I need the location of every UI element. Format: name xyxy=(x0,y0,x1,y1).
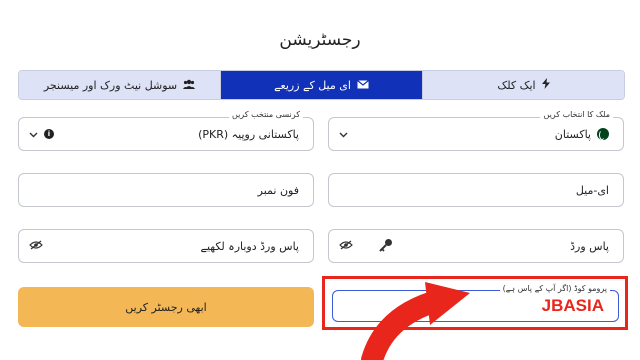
lightning-icon xyxy=(541,78,550,92)
tab-one-click[interactable]: ایک کلک xyxy=(422,71,624,99)
country-value: پاکستان xyxy=(554,127,591,141)
password-field[interactable]: پاس ورڈ xyxy=(328,229,624,263)
registration-tabs: سوشل نیٹ ورک اور میسنجر ای میل کے زریعے … xyxy=(18,70,625,100)
info-icon[interactable]: i xyxy=(44,129,54,139)
password-repeat-field[interactable]: پاس ورڈ دوبارہ لکھیے xyxy=(18,229,314,263)
password-placeholder: پاس ورڈ xyxy=(570,239,609,253)
tab-one-click-label: ایک کلک xyxy=(497,78,536,92)
promo-code-field[interactable]: پرومو کوڈ (اگر آپ کے پاس ہے) JBASIA xyxy=(332,284,619,322)
chevron-down-icon xyxy=(339,128,348,141)
email-placeholder: ای-میل xyxy=(575,183,609,197)
phone-field[interactable]: فون نمبر xyxy=(18,173,314,207)
page-title: رجسٹریشن xyxy=(279,30,361,50)
tab-email-label: ای میل کے زریعے xyxy=(274,78,351,92)
phone-placeholder: فون نمبر xyxy=(257,183,299,197)
country-select[interactable]: ملک کا انتخاب کریں پاکستان xyxy=(328,110,624,151)
envelope-icon xyxy=(357,79,369,92)
currency-select[interactable]: کرنسی منتخب کریں i پاکستانی روپیہ (PKR) xyxy=(18,110,314,151)
users-icon xyxy=(183,79,196,92)
email-field[interactable]: ای-میل xyxy=(328,173,624,207)
eye-slash-icon[interactable] xyxy=(29,240,43,253)
eye-slash-icon[interactable] xyxy=(339,240,353,253)
password-repeat-placeholder: پاس ورڈ دوبارہ لکھیے xyxy=(200,239,300,253)
chevron-down-icon xyxy=(29,128,38,141)
tab-social[interactable]: سوشل نیٹ ورک اور میسنجر xyxy=(19,71,220,99)
key-icon[interactable] xyxy=(379,238,393,255)
tab-social-label: سوشل نیٹ ورک اور میسنجر xyxy=(43,78,178,92)
promo-code-value: JBASIA xyxy=(541,296,604,315)
promo-highlight-box: پرومو کوڈ (اگر آپ کے پاس ہے) JBASIA xyxy=(322,276,628,330)
pakistan-flag-icon xyxy=(597,128,609,140)
tab-email[interactable]: ای میل کے زریعے xyxy=(220,71,422,99)
currency-value: پاکستانی روپیہ (PKR) xyxy=(198,127,299,141)
register-now-button[interactable]: ابھی رجسٹر کریں xyxy=(18,287,314,327)
